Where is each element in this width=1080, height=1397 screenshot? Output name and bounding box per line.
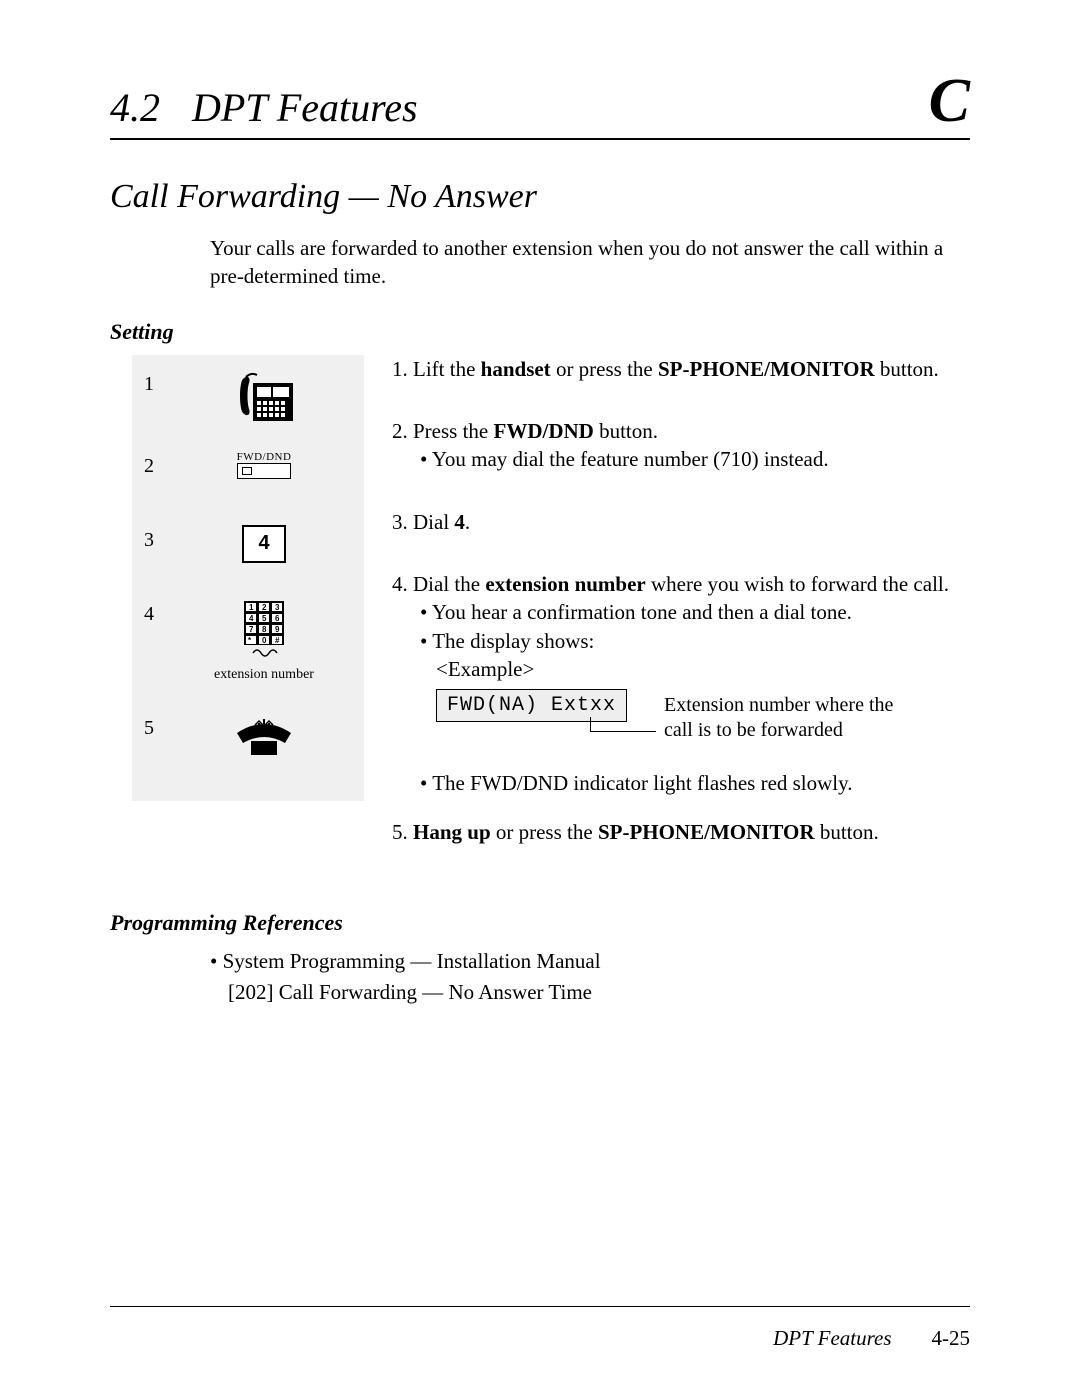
leader-text: Extension number where the call is to be… (664, 693, 893, 743)
svg-text:8: 8 (262, 625, 267, 634)
svg-text:2: 2 (262, 603, 267, 612)
icon-step-number: 1 (138, 369, 170, 396)
leader-line-v (590, 717, 591, 731)
svg-text:0: 0 (262, 636, 267, 645)
svg-text:3: 3 (275, 603, 280, 612)
display-example-area: FWD(NA) Extxx Extension number where the… (392, 689, 970, 769)
page: 4.2DPT Features C Call Forwarding — No A… (0, 0, 1080, 1397)
step-3: 3. Dial 4. (392, 508, 970, 536)
references-body: • System Programming — Installation Manu… (210, 946, 970, 1007)
extension-number-caption: extension number (214, 667, 314, 683)
leader-line-h (590, 731, 656, 732)
references-line-2: [202] Call Forwarding — No Answer Time (228, 977, 970, 1007)
phone-lift-icon (170, 369, 358, 429)
svg-text:5: 5 (262, 614, 267, 623)
step-4-sub3: • The FWD/DND indicator light flashes re… (420, 769, 970, 797)
svg-text:9: 9 (275, 625, 280, 634)
svg-text:1: 1 (249, 603, 254, 612)
steps-column: 1. Lift the handset or press the SP-PHON… (364, 355, 970, 880)
section-header: 4.2DPT Features C (110, 70, 970, 140)
footer-page-number: 4-25 (932, 1326, 971, 1350)
step-5: 5. Hang up or press the SP-PHONE/MONITOR… (392, 818, 970, 846)
svg-text:#: # (275, 636, 280, 645)
section-number: 4.2 (110, 85, 192, 130)
step-1: 1. Lift the handset or press the SP-PHON… (392, 355, 970, 383)
svg-text:6: 6 (275, 614, 280, 623)
feature-title: Call Forwarding — No Answer (110, 178, 970, 216)
icon-step-number: 3 (138, 525, 170, 552)
icon-row-1: 1 (138, 369, 358, 447)
footer-title: DPT Features (773, 1326, 891, 1350)
step-4-sub1: • You hear a confirmation tone and then … (420, 598, 970, 626)
svg-text:4: 4 (249, 614, 254, 623)
section-title: DPT Features (192, 85, 418, 130)
icon-row-2: 2 FWD/DND (138, 451, 358, 521)
hang-up-icon (170, 713, 358, 763)
icon-step-number: 2 (138, 451, 170, 478)
icon-step-number: 5 (138, 713, 170, 740)
setting-label: Setting (110, 319, 970, 345)
section-heading: 4.2DPT Features (110, 84, 418, 131)
icon-row-5: 5 (138, 713, 358, 783)
svg-text:7: 7 (249, 625, 254, 634)
references-line-1: • System Programming — Installation Manu… (210, 946, 970, 976)
icon-row-3: 3 4 (138, 525, 358, 595)
dial-4-icon: 4 (170, 525, 358, 563)
corner-letter: C (929, 70, 970, 132)
lcd-display-text: FWD(NA) Extxx (436, 689, 627, 722)
setting-area: 1 (110, 355, 970, 880)
fwd-dnd-label: FWD/DND (237, 451, 292, 463)
keypad-key-4: 4 (242, 525, 286, 563)
step-4-example-label: <Example> (436, 655, 970, 683)
icon-step-number: 4 (138, 599, 170, 626)
fwd-dnd-button-icon: FWD/DND (170, 451, 358, 479)
keypad-icon: 1 2 3 4 5 6 7 8 9 * 0 # (170, 599, 358, 683)
programming-references: Programming References • System Programm… (110, 910, 970, 1007)
step-4: 4. Dial the extension number where you w… (392, 570, 970, 798)
footer-rule (110, 1306, 970, 1307)
feature-intro: Your calls are forwarded to another exte… (210, 234, 950, 291)
page-footer: DPT Features 4-25 (773, 1326, 970, 1351)
step-2-sub: • You may dial the feature number (710) … (420, 445, 970, 473)
references-heading: Programming References (110, 910, 970, 936)
step-2: 2. Press the FWD/DND button. • You may d… (392, 417, 970, 474)
step-4-sub2: • The display shows: (420, 627, 970, 655)
icon-row-4: 4 1 2 3 4 5 6 7 (138, 599, 358, 709)
icon-column: 1 (132, 355, 364, 801)
